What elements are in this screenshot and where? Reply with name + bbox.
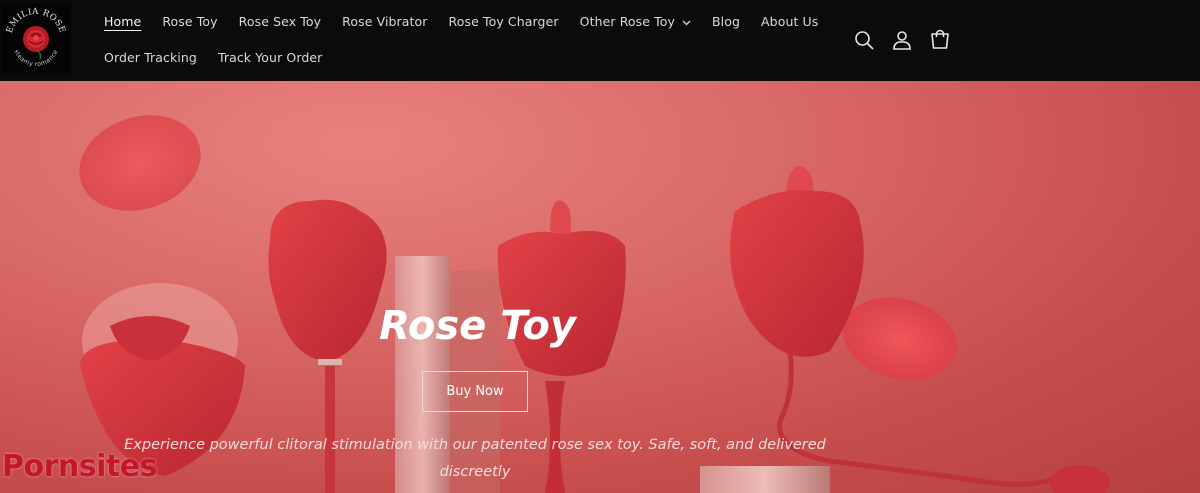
nav-track-your-order[interactable]: Track Your Order [218, 50, 322, 65]
buy-now-button[interactable]: Buy Now [422, 371, 528, 412]
account-icon[interactable] [890, 28, 914, 52]
secondary-nav: Order Tracking Track Your Order [104, 47, 343, 67]
hero-description: Experience powerful clitoral stimulation… [124, 437, 826, 480]
header-icons [852, 28, 966, 52]
brand-logo[interactable]: EMILIA ROSE steamy romance [1, 3, 71, 73]
cart-icon[interactable] [928, 28, 952, 52]
hero-banner: Rose Toy Buy Now Experience powerful cli… [0, 81, 1200, 493]
nav-home[interactable]: Home [104, 14, 141, 29]
search-icon[interactable] [852, 28, 876, 52]
nav-blog[interactable]: Blog [712, 14, 740, 29]
watermark-logo: Pornsites [2, 449, 157, 484]
chevron-down-icon [682, 14, 691, 29]
nav-other-rose-toy[interactable]: Other Rose Toy [580, 14, 691, 29]
nav-about-us[interactable]: About Us [761, 14, 818, 29]
nav-rose-vibrator[interactable]: Rose Vibrator [342, 14, 427, 29]
nav-other-rose-toy-label: Other Rose Toy [579, 13, 675, 29]
nav-rose-sex-toy[interactable]: Rose Sex Toy [239, 14, 321, 29]
hero-title: Rose Toy [379, 303, 576, 349]
nav-rose-toy[interactable]: Rose Toy [162, 14, 217, 29]
site-header: EMILIA ROSE steamy romance Home Rose Toy… [0, 0, 1200, 81]
rose-logo-icon: EMILIA ROSE steamy romance [5, 7, 67, 68]
nav-rose-toy-charger[interactable]: Rose Toy Charger [449, 14, 559, 29]
nav-order-tracking[interactable]: Order Tracking [104, 50, 197, 65]
primary-nav: Home Rose Toy Rose Sex Toy Rose Vibrator… [104, 11, 839, 31]
